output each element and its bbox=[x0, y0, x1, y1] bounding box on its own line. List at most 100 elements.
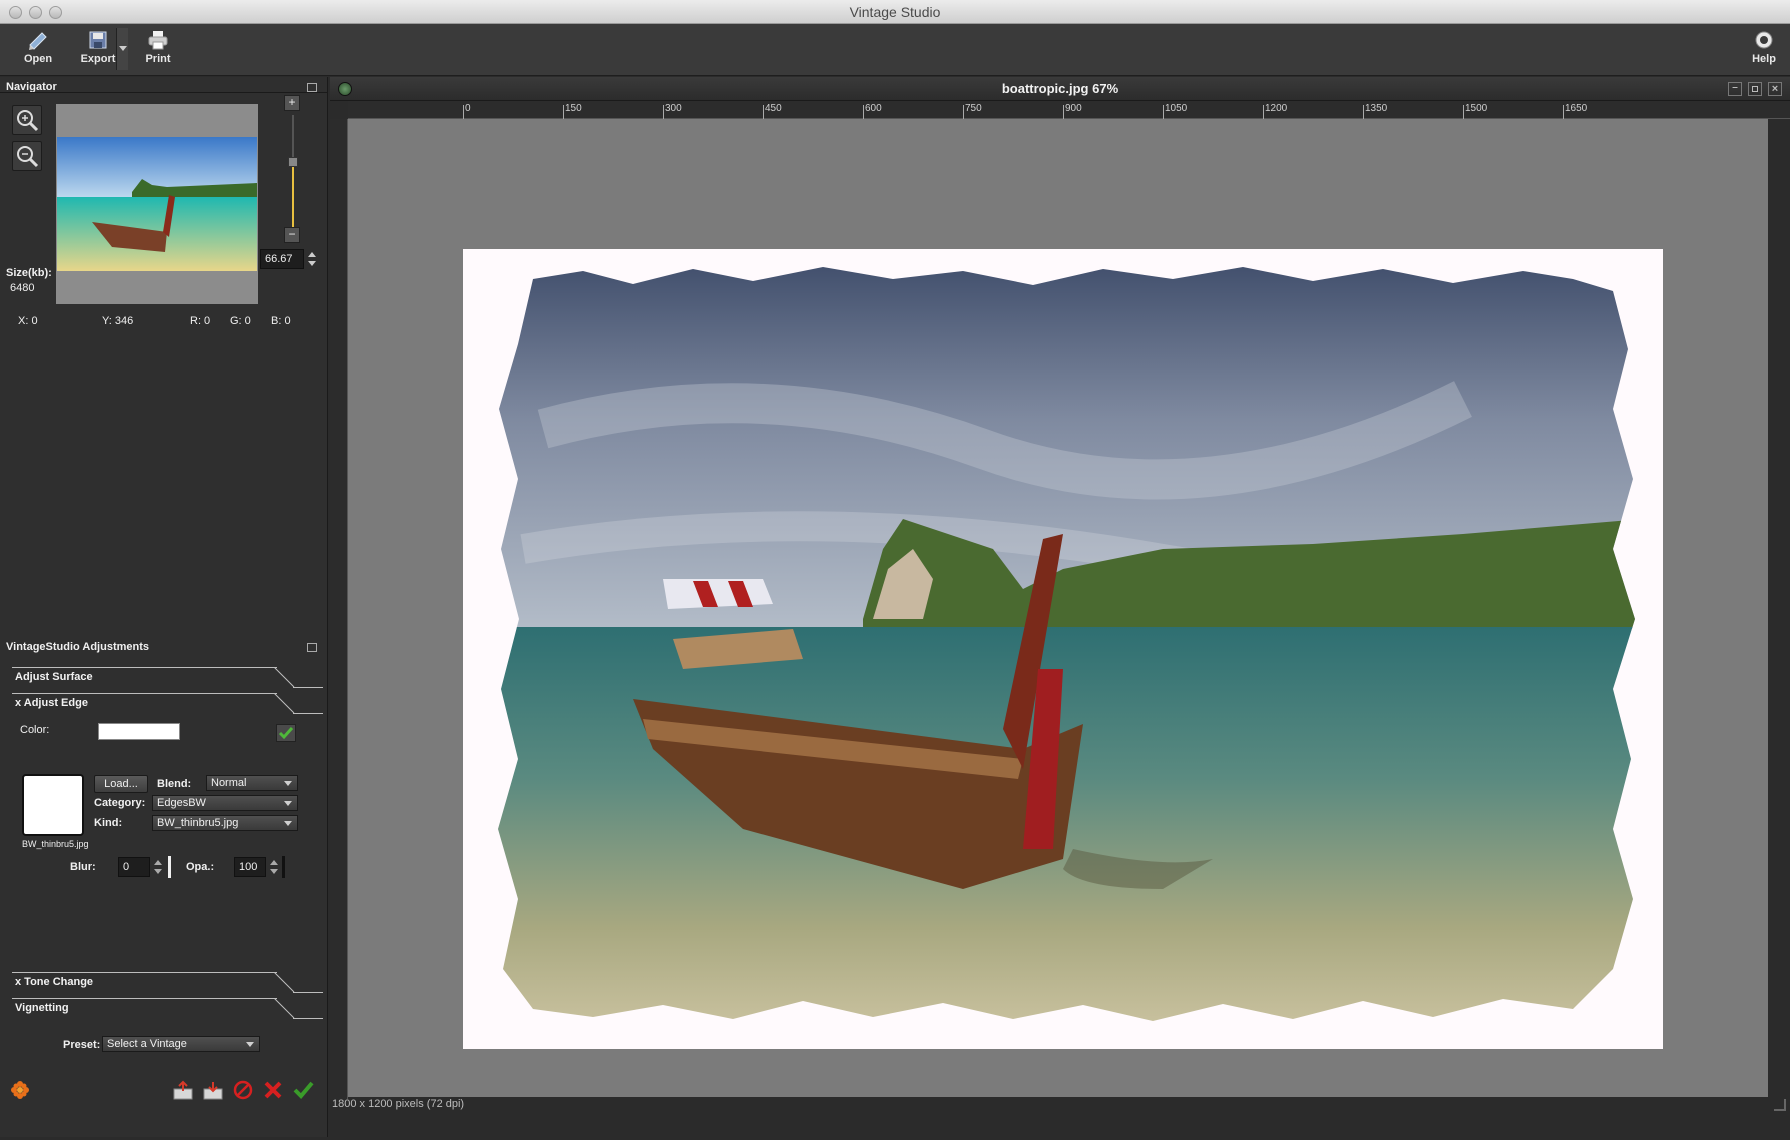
reset-button[interactable] bbox=[232, 1079, 254, 1106]
chevron-down-icon bbox=[246, 1042, 254, 1047]
chevron-down-icon bbox=[308, 261, 316, 266]
zoom-out-button[interactable] bbox=[12, 141, 42, 171]
chevron-down-icon bbox=[119, 46, 127, 51]
zoom-window-button[interactable] bbox=[49, 6, 62, 19]
checkmark-icon bbox=[293, 1081, 314, 1099]
apply-button[interactable] bbox=[292, 1079, 314, 1106]
photo bbox=[498, 267, 1635, 1021]
section-adjust-surface[interactable]: Adjust Surface bbox=[12, 667, 323, 689]
ruler-tick bbox=[1063, 105, 1064, 119]
chevron-down-icon bbox=[270, 869, 278, 874]
document-window: boattropic.jpg 67% – × 0 150 300 450 600 750 9… bbox=[330, 77, 1790, 1117]
ruler-tick-label: 1650 bbox=[1565, 103, 1588, 114]
ruler-tick bbox=[663, 105, 664, 119]
resize-grip-icon[interactable] bbox=[1774, 1099, 1786, 1111]
ruler-tick-label: 1050 bbox=[1165, 103, 1188, 114]
chevron-up-icon bbox=[308, 252, 316, 257]
tray-up-icon bbox=[173, 1080, 193, 1100]
print-button[interactable]: Print bbox=[130, 28, 186, 72]
ruler-tick-label: 1500 bbox=[1465, 103, 1488, 114]
apply-color-button[interactable] bbox=[276, 724, 296, 742]
lifebuoy-icon bbox=[1755, 31, 1773, 49]
section-vignetting[interactable]: Vignetting bbox=[12, 998, 323, 1020]
ruler-tick bbox=[1463, 105, 1464, 119]
window-title: Vintage Studio bbox=[849, 4, 941, 20]
flower-icon[interactable] bbox=[10, 1080, 30, 1105]
detach-panel-icon[interactable] bbox=[307, 83, 317, 92]
g-readout: G: 0 bbox=[230, 315, 251, 327]
ruler-tick-label: 750 bbox=[965, 103, 982, 114]
chevron-down-icon bbox=[284, 801, 292, 806]
ruler-tick bbox=[463, 105, 464, 119]
chevron-up-icon bbox=[154, 860, 162, 865]
category-select[interactable]: EdgesBW bbox=[152, 795, 298, 811]
opacity-label: Opa.: bbox=[186, 861, 215, 873]
size-label: Size(kb): bbox=[6, 267, 52, 279]
maximize-document-button[interactable] bbox=[1748, 82, 1762, 96]
ruler-tick-label: 450 bbox=[765, 103, 782, 114]
floppy-icon bbox=[89, 31, 107, 49]
close-window-button[interactable] bbox=[9, 6, 22, 19]
zoom-slider-fill bbox=[292, 162, 294, 231]
zoom-value-stepper[interactable] bbox=[306, 249, 318, 269]
color-label: Color: bbox=[20, 724, 50, 736]
chevron-up-icon bbox=[270, 860, 278, 865]
navigator-preview[interactable] bbox=[56, 104, 258, 304]
kind-select[interactable]: BW_thinbru5.jpg bbox=[152, 815, 298, 831]
export-dropdown[interactable] bbox=[116, 28, 128, 70]
chevron-down-icon bbox=[284, 821, 292, 826]
status-bar: 1800 x 1200 pixels (72 dpi) bbox=[332, 1098, 465, 1110]
zoom-plus-button[interactable]: + bbox=[284, 95, 300, 111]
zoom-value-field[interactable]: 66.67 bbox=[260, 249, 304, 269]
cancel-button[interactable] bbox=[262, 1079, 284, 1106]
document-icon bbox=[338, 82, 352, 96]
opacity-stepper[interactable] bbox=[268, 857, 280, 877]
close-document-button[interactable]: × bbox=[1768, 82, 1782, 96]
image-paper bbox=[463, 249, 1663, 1049]
magnifier-minus-icon bbox=[17, 146, 39, 168]
printer-icon bbox=[148, 31, 168, 50]
blend-select[interactable]: Normal bbox=[206, 775, 298, 791]
color-swatch[interactable] bbox=[98, 723, 180, 740]
export-label: Export bbox=[80, 53, 116, 65]
detach-panel-icon[interactable] bbox=[307, 643, 317, 652]
ruler-tick bbox=[863, 105, 864, 119]
checkmark-icon bbox=[278, 727, 294, 740]
window-titlebar: Vintage Studio bbox=[0, 0, 1790, 24]
zoom-in-button[interactable] bbox=[12, 105, 42, 135]
save-preset-button[interactable] bbox=[172, 1079, 194, 1106]
b-readout: B: 0 bbox=[271, 315, 291, 327]
opacity-field[interactable]: 100 bbox=[234, 857, 266, 877]
ruler-tick-label: 0 bbox=[465, 103, 471, 114]
close-icon bbox=[264, 1081, 282, 1099]
preset-select[interactable]: Select a Vintage bbox=[102, 1036, 260, 1052]
load-button[interactable]: Load... bbox=[94, 775, 148, 793]
blur-slider[interactable] bbox=[168, 856, 171, 878]
ruler-tick-label: 1350 bbox=[1365, 103, 1388, 114]
ruler-tick-label: 600 bbox=[865, 103, 882, 114]
blur-label: Blur: bbox=[70, 861, 96, 873]
edge-thumbnail-caption: BW_thinbru5.jpg bbox=[22, 839, 89, 849]
tray-down-icon bbox=[203, 1082, 223, 1100]
blur-field[interactable]: 0 bbox=[118, 857, 150, 877]
ruler-tick bbox=[1563, 105, 1564, 119]
ruler-tick-label: 900 bbox=[1065, 103, 1082, 114]
section-tone-change[interactable]: x Tone Change bbox=[12, 972, 323, 994]
blur-stepper[interactable] bbox=[152, 857, 164, 877]
open-button[interactable]: Open bbox=[10, 28, 66, 72]
opacity-slider[interactable] bbox=[282, 856, 285, 878]
ruler-tick-label: 150 bbox=[565, 103, 582, 114]
image-canvas[interactable] bbox=[348, 119, 1768, 1097]
chevron-down-icon bbox=[284, 781, 292, 786]
x-readout: X: 0 bbox=[18, 315, 38, 327]
zoom-slider-handle[interactable] bbox=[288, 157, 298, 167]
ruler-tick-label: 1200 bbox=[1265, 103, 1288, 114]
navigator-thumbnail bbox=[57, 137, 257, 271]
edge-thumbnail[interactable] bbox=[22, 774, 84, 836]
section-adjust-edge[interactable]: x Adjust Edge bbox=[12, 693, 323, 715]
load-preset-button[interactable] bbox=[202, 1079, 224, 1106]
minimize-window-button[interactable] bbox=[29, 6, 42, 19]
help-button[interactable]: Help bbox=[1736, 28, 1790, 72]
minimize-document-button[interactable]: – bbox=[1728, 82, 1742, 96]
zoom-minus-button[interactable]: − bbox=[284, 227, 300, 243]
